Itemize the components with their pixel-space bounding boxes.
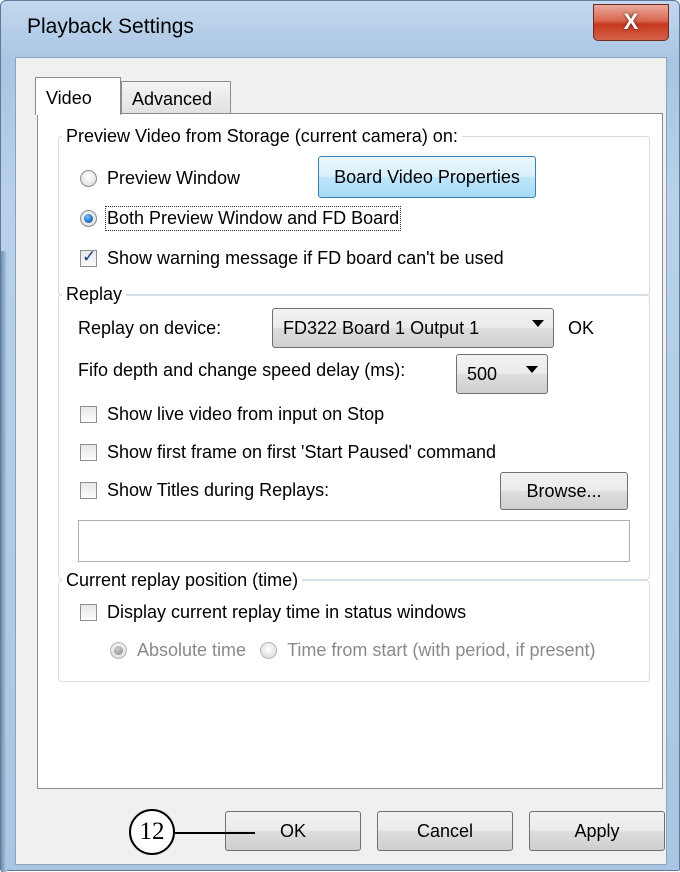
replay-device-label: Replay on device: (78, 318, 222, 338)
absolute-time-option: Absolute time Time from start (with peri… (110, 640, 595, 661)
tab-advanced-label: Advanced (132, 89, 213, 109)
callout-line (175, 832, 255, 834)
tab-panel-video: Preview Video from Storage (current came… (37, 113, 663, 789)
position-group (58, 580, 650, 682)
time-from-start-radio (260, 642, 278, 659)
tab-video-label: Video (46, 88, 92, 108)
replay-device-select[interactable]: FD322 Board 1 Output 1 (272, 308, 554, 348)
first-frame-checkbox[interactable] (80, 444, 97, 461)
fifo-depth-value: 500 (467, 363, 498, 384)
both-option[interactable]: Both Preview Window and FD Board (80, 206, 402, 231)
preview-window-option[interactable]: Preview Window (80, 168, 240, 189)
chevron-down-icon (526, 366, 538, 373)
first-frame-label: Show first frame on first 'Start Paused'… (107, 442, 497, 462)
position-group-title: Current replay position (time) (62, 570, 303, 591)
show-warning-option[interactable]: Show warning message if FD board can't b… (80, 247, 504, 269)
window-edge (1, 251, 7, 872)
apply-button[interactable]: Apply (529, 811, 665, 851)
show-titles-option[interactable]: Show Titles during Replays: (80, 480, 329, 501)
absolute-time-radio (110, 642, 127, 659)
chevron-down-icon (532, 320, 544, 327)
first-frame-option[interactable]: Show first frame on first 'Start Paused'… (80, 442, 496, 463)
replay-group-title: Replay (62, 284, 127, 305)
callout-number: 12 (129, 809, 175, 855)
titles-path-input[interactable] (78, 520, 630, 562)
preview-window-radio[interactable] (80, 170, 97, 187)
live-video-checkbox[interactable] (80, 406, 97, 423)
display-time-checkbox[interactable] (80, 604, 97, 621)
both-radio[interactable] (80, 210, 97, 227)
time-from-start-label: Time from start (with period, if present… (287, 640, 596, 660)
dialog-window: Playback Settings X Video Advanced Previ… (0, 0, 680, 872)
preview-window-label: Preview Window (107, 168, 241, 188)
fifo-depth-label: Fifo depth and change speed delay (ms): (78, 360, 406, 380)
board-video-properties-button[interactable]: Board Video Properties (318, 156, 536, 198)
show-warning-checkbox[interactable] (80, 247, 97, 267)
replay-device-value: FD322 Board 1 Output 1 (283, 317, 480, 338)
cancel-button[interactable]: Cancel (377, 811, 513, 851)
absolute-time-label: Absolute time (137, 640, 247, 660)
show-titles-checkbox[interactable] (80, 482, 97, 499)
close-button[interactable]: X (593, 4, 669, 41)
tab-video[interactable]: Video (35, 77, 121, 115)
show-titles-label: Show Titles during Replays: (107, 480, 330, 500)
ok-button[interactable]: OK (225, 811, 361, 851)
live-video-label: Show live video from input on Stop (107, 404, 385, 424)
tab-advanced[interactable]: Advanced (121, 81, 231, 114)
display-time-label: Display current replay time in status wi… (107, 602, 467, 622)
replay-device-status: OK (568, 318, 595, 338)
display-time-option[interactable]: Display current replay time in status wi… (80, 602, 466, 623)
fifo-depth-select[interactable]: 500 (456, 354, 548, 394)
both-label: Both Preview Window and FD Board (104, 206, 402, 231)
browse-button[interactable]: Browse... (500, 472, 628, 510)
window-title: Playback Settings (27, 15, 194, 38)
show-warning-label: Show warning message if FD board can't b… (107, 248, 504, 268)
preview-group-title: Preview Video from Storage (current came… (62, 126, 462, 147)
live-video-option[interactable]: Show live video from input on Stop (80, 404, 384, 425)
